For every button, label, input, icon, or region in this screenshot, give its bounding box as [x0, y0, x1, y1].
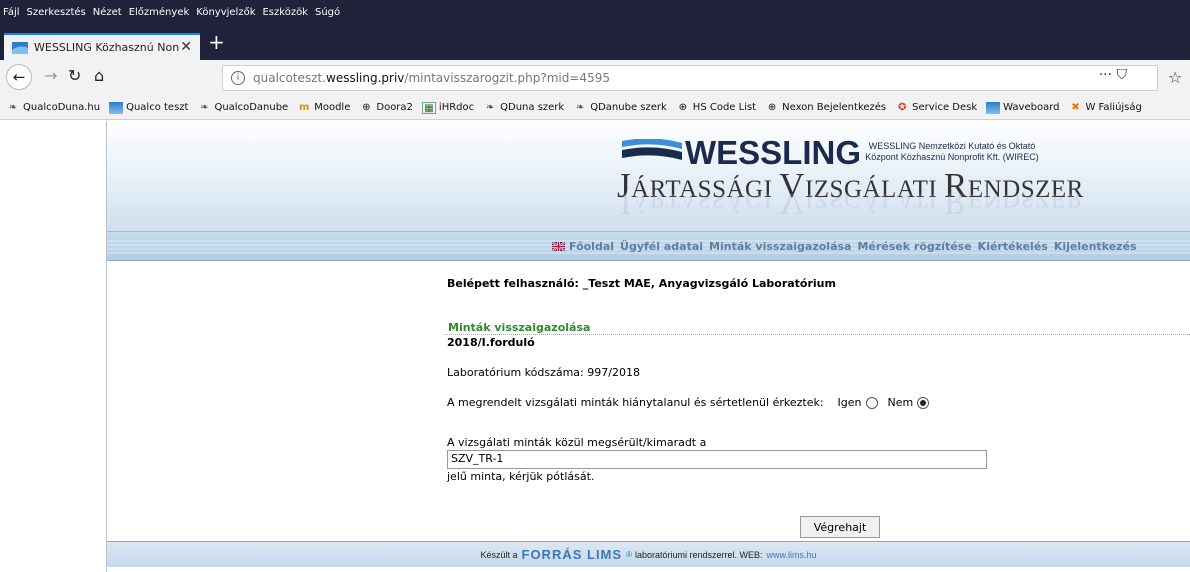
- reload-button[interactable]: ↻: [68, 66, 81, 85]
- dragon-icon: ❧: [200, 101, 209, 113]
- no-radio[interactable]: [917, 396, 930, 409]
- damaged-samples-label: A vizsgálati minták közül megsérült/kima…: [447, 436, 707, 449]
- wessling-logo-icon: [622, 139, 682, 160]
- bookmark-qualcodanube[interactable]: ❧ QualcoDanube: [197, 102, 288, 114]
- replacement-request-label: jelű minta, kérjük pótlását.: [447, 470, 595, 483]
- menu-tools[interactable]: Eszközök: [262, 7, 308, 18]
- footer-suffix: laboratóriumi rendszerrel. WEB:: [634, 549, 763, 560]
- nav-link-record-measurements[interactable]: Mérések rögzítése: [857, 240, 971, 253]
- moodle-icon: m: [299, 101, 310, 113]
- nav-link-client-data[interactable]: Ügyfél adatai: [620, 240, 703, 253]
- menu-bar: Fájl Szerkesztés Nézet Előzmények Könyvj…: [0, 0, 1190, 24]
- logged-in-user: Belépett felhasználó: _Teszt MAE, Anyagv…: [447, 277, 836, 290]
- wessling-icon: [109, 101, 124, 114]
- url-text: qualcoteszt.wessling.priv/mintavisszarog…: [253, 71, 610, 85]
- nav-link-sample-confirmation[interactable]: Minták visszaigazolása: [709, 240, 851, 253]
- bookmarks-toolbar: ❧ QualcoDuna.hu Qualco teszt ❧ QualcoDanub…: [0, 96, 1190, 120]
- service-icon: ✪: [897, 101, 907, 113]
- no-label: Nem: [887, 396, 914, 409]
- wessling-icon: [986, 101, 1001, 114]
- menu-file[interactable]: Fájl: [3, 7, 20, 18]
- page-actions-icon[interactable]: ··· ⛉: [1099, 67, 1127, 83]
- nav-link-evaluation[interactable]: Kiértékelés: [978, 240, 1048, 253]
- section-divider: [445, 334, 1190, 335]
- bookmark-service-desk[interactable]: ✪ Service Desk: [895, 102, 977, 114]
- navigation-bar: ← → ↻ ⌂ i qualcoteszt.wessling.priv/mint…: [0, 60, 1190, 96]
- menu-history[interactable]: Előzmények: [129, 7, 190, 18]
- ihrdoc-icon: ▦: [421, 101, 436, 114]
- bookmark-w-faliujsag[interactable]: ✖ W Faliújság: [1068, 101, 1142, 114]
- bookmark-ihrdoc[interactable]: ▦ iHRdoc: [421, 101, 474, 114]
- lab-code: Laboratórium kódszáma: 997/2018: [447, 366, 640, 379]
- forward-button[interactable]: →: [44, 66, 57, 85]
- section-title: Minták visszaigazolása: [448, 321, 591, 334]
- dragon-icon: ❧: [576, 101, 585, 113]
- bookmark-hs-code-list[interactable]: ⊕ HS Code List: [676, 101, 757, 114]
- url-bar[interactable]: i qualcoteszt.wessling.priv/mintavisszar…: [222, 65, 1158, 91]
- globe-icon: ⊕: [678, 101, 687, 113]
- pin-icon: ✖: [1071, 101, 1080, 113]
- new-tab-button[interactable]: +: [208, 30, 225, 54]
- yes-radio[interactable]: [865, 396, 878, 409]
- footer-lims-brand: FORRÁS LIMS: [521, 547, 623, 562]
- nav-link-logout[interactable]: Kijelentkezés: [1054, 240, 1137, 253]
- bookmark-qualcoduna[interactable]: ❧ QualcoDuna.hu: [6, 102, 100, 114]
- site-footer: Készült a FORRÁS LIMS ® laboratóriumi ren…: [107, 541, 1190, 567]
- damaged-samples-input[interactable]: SZV_TR-1: [447, 450, 987, 469]
- wessling-favicon-icon: [12, 41, 28, 54]
- bookmark-nexon[interactable]: ⊕ Nexon Bejelentkezés: [765, 102, 886, 114]
- menu-help[interactable]: Súgó: [315, 7, 340, 18]
- wessling-subtitle: WESSLING Nemzetközi Kutató és Oktató Köz…: [865, 141, 1039, 162]
- system-title-reflection: JÁRTASSÁGI VIZSGÁLATI RENDSZER: [617, 194, 1084, 222]
- footer-web-link[interactable]: www.lims.hu: [767, 550, 817, 560]
- globe-icon: ⊕: [767, 101, 777, 113]
- dragon-icon: ❧: [8, 101, 18, 113]
- footer-prefix: Készült a: [480, 549, 518, 560]
- bookmark-waveboard[interactable]: Waveboard: [986, 101, 1059, 114]
- globe-icon: ⊕: [362, 101, 371, 113]
- samples-question: A megrendelt vizsgálati minták hiánytala…: [447, 396, 939, 409]
- site-nav: Főoldal Ügyfél adatai Minták visszaigazo…: [107, 231, 1190, 261]
- nav-links: Főoldal Ügyfél adatai Minták visszaigazo…: [552, 240, 1143, 253]
- menu-bookmarks[interactable]: Könyvjelzők: [196, 7, 255, 18]
- bookmark-doora2[interactable]: ⊕ Doora2: [359, 102, 413, 114]
- home-button[interactable]: ⌂: [94, 66, 104, 85]
- nav-link-home[interactable]: Főoldal: [569, 240, 614, 253]
- menu-edit[interactable]: Szerkesztés: [27, 7, 86, 18]
- close-icon[interactable]: ✕: [180, 39, 192, 55]
- yes-label: Igen: [837, 396, 862, 409]
- tab-title: WESSLING Közhasznú Nonprofi: [34, 41, 180, 54]
- web-page: WESSLING WESSLING Nemzetközi Kutató és O…: [0, 121, 1190, 572]
- submit-button[interactable]: Végrehajt: [800, 516, 880, 538]
- browser-tab[interactable]: WESSLING Közhasznú Nonprofi ✕: [4, 33, 200, 60]
- menu-view[interactable]: Nézet: [93, 7, 122, 18]
- back-button[interactable]: ←: [6, 64, 32, 90]
- bookmark-qualco-teszt[interactable]: Qualco teszt: [109, 101, 188, 114]
- bookmark-star-icon[interactable]: ☆: [1168, 68, 1182, 87]
- uk-flag-icon[interactable]: [552, 242, 565, 251]
- tab-bar: WESSLING Közhasznú Nonprofi ✕ +: [0, 24, 1190, 60]
- info-icon[interactable]: i: [231, 71, 245, 85]
- dragon-icon: ❧: [485, 101, 495, 113]
- bookmark-moodle[interactable]: m Moodle: [297, 102, 350, 114]
- round-label: 2018/I.forduló: [447, 336, 535, 349]
- site-header: WESSLING WESSLING Nemzetközi Kutató és O…: [107, 121, 1190, 231]
- bookmark-qdanube-szerk[interactable]: ❧ QDanube szerk: [573, 102, 667, 114]
- bookmark-qduna-szerk[interactable]: ❧ QDuna szerk: [483, 102, 564, 114]
- registered-mark: ®: [626, 550, 632, 559]
- question-text: A megrendelt vizsgálati minták hiánytala…: [447, 396, 824, 409]
